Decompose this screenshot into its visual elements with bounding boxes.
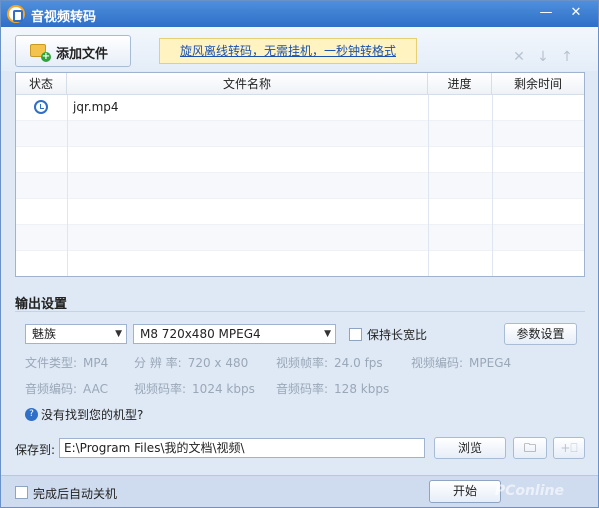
shutdown-label: 完成后自动关机	[33, 487, 118, 501]
clock-icon	[34, 100, 48, 114]
file-name: jqr.mp4	[73, 100, 119, 114]
transcode-window: 音视频转码 — ✕ 添加文件 旋风离线转码，无需挂机，一秒钟转格式 ✕ ↓ ↑ …	[0, 0, 599, 508]
empty-row	[16, 121, 584, 147]
move-up-icon[interactable]: ↑	[559, 49, 575, 65]
audio-bitrate-info: 音频码率: 128 kbps	[276, 382, 390, 396]
browse-button[interactable]: 浏览	[434, 437, 506, 459]
device-select-value: 魅族	[32, 327, 57, 341]
open-folder-button[interactable]: 🗀	[513, 437, 547, 459]
shutdown-checkbox[interactable]	[15, 486, 28, 499]
add-files-label: 添加文件	[56, 47, 109, 62]
resolution-info: 分 辨 率: 720 x 480	[134, 356, 249, 370]
frame-rate-info: 视频帧率: 24.0 fps	[276, 356, 383, 370]
empty-row	[16, 225, 584, 251]
keep-ratio-label: 保持长宽比	[367, 328, 428, 342]
column-divider	[67, 95, 68, 276]
table-header: 状态 文件名称 进度 剩余时间	[16, 73, 584, 95]
empty-row	[16, 173, 584, 199]
audio-codec-info: 音频编码: AAC	[25, 382, 108, 396]
move-down-icon[interactable]: ↓	[535, 49, 551, 65]
folder-icon: 🗀	[523, 441, 536, 455]
format-select-value: M8 720x480 MPEG4	[140, 327, 261, 341]
column-divider	[492, 95, 493, 276]
offline-transcode-link[interactable]: 旋风离线转码，无需挂机，一秒钟转格式	[159, 38, 417, 64]
keep-ratio-checkbox[interactable]	[349, 328, 362, 341]
header-progress: 进度	[428, 73, 492, 95]
footer-bar: 完成后自动关机 开始 PConline	[1, 475, 598, 507]
title-bar: 音视频转码 — ✕	[1, 1, 598, 27]
app-icon	[7, 5, 25, 23]
header-status: 状态	[16, 73, 67, 95]
save-to-label: 保存到:	[15, 443, 56, 457]
params-settings-button[interactable]: 参数设置	[504, 323, 577, 345]
export-button[interactable]: +⎕	[553, 437, 585, 459]
device-select[interactable]: 魅族 ▼	[25, 324, 127, 344]
empty-row	[16, 251, 584, 276]
save-path-input[interactable]: E:\Program Files\我的文档\视频\	[59, 438, 425, 458]
column-divider	[428, 95, 429, 276]
file-type-info: 文件类型: MP4	[25, 356, 109, 370]
format-select[interactable]: M8 720x480 MPEG4 ▼	[133, 324, 336, 344]
header-filename: 文件名称	[67, 73, 428, 95]
header-remaining: 剩余时间	[513, 77, 562, 91]
device-not-found-link[interactable]: 没有找到您的机型?	[41, 406, 143, 423]
empty-row	[16, 147, 584, 173]
delete-icon[interactable]: ✕	[511, 49, 527, 65]
minimize-button[interactable]: —	[535, 4, 557, 22]
add-folder-icon	[30, 44, 51, 62]
empty-row	[16, 199, 584, 225]
video-codec-info: 视频编码: MPEG4	[411, 356, 512, 370]
export-icon: +⎕	[560, 441, 578, 455]
chevron-down-icon: ▼	[115, 329, 122, 339]
close-button[interactable]: ✕	[565, 4, 587, 22]
help-icon: ?	[25, 408, 38, 421]
start-button[interactable]: 开始	[429, 480, 501, 503]
chevron-down-icon: ▼	[324, 329, 331, 339]
output-settings-title: 输出设置	[15, 297, 68, 312]
add-files-button[interactable]: 添加文件	[15, 35, 131, 67]
file-list-table: 状态 文件名称 进度 剩余时间 jqr.mp4	[15, 72, 585, 277]
window-title: 音视频转码	[31, 10, 97, 25]
toolbar: 添加文件 旋风离线转码，无需挂机，一秒钟转格式 ✕ ↓ ↑	[1, 27, 598, 71]
watermark: PConline	[494, 483, 564, 499]
video-bitrate-info: 视频码率: 1024 kbps	[134, 382, 255, 396]
table-row[interactable]: jqr.mp4	[16, 95, 584, 121]
